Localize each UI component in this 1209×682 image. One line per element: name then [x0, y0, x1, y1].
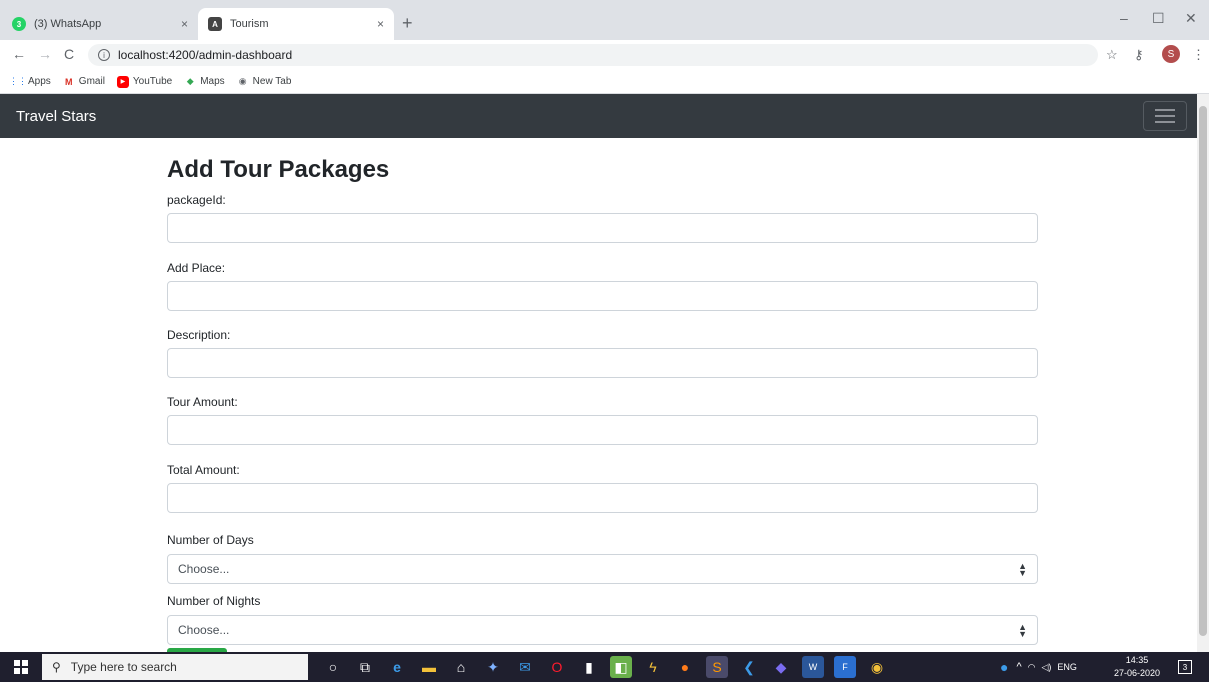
- package-id-input[interactable]: [167, 213, 1038, 243]
- navbar-toggler-button[interactable]: [1143, 101, 1187, 131]
- app-navbar: Travel Stars: [0, 94, 1197, 138]
- page-title: Add Tour Packages: [167, 156, 390, 183]
- bookmark-gmail[interactable]: M Gmail: [63, 76, 105, 88]
- place-input[interactable]: [167, 281, 1038, 311]
- window-close-icon[interactable]: ✕: [1185, 10, 1197, 27]
- maximize-icon[interactable]: ☐: [1152, 10, 1165, 27]
- apps-grid-icon: ⋮⋮: [9, 76, 27, 86]
- avatar[interactable]: S: [1162, 45, 1180, 63]
- description-input[interactable]: [167, 348, 1038, 378]
- mail-icon[interactable]: ✉: [514, 656, 536, 678]
- close-icon[interactable]: ×: [377, 17, 384, 31]
- bookmark-maps[interactable]: ◆ Maps: [184, 76, 225, 88]
- chrome-icon[interactable]: ◉: [866, 656, 888, 678]
- new-tab-button[interactable]: +: [402, 14, 413, 32]
- scrollbar-thumb[interactable]: [1199, 106, 1207, 636]
- dropbox-icon[interactable]: ✦: [482, 656, 504, 678]
- task-view-icon[interactable]: ⧉: [354, 656, 376, 678]
- hamburger-icon: [1155, 109, 1175, 111]
- days-label: Number of Days: [167, 533, 254, 547]
- clock-date: 27-06-2020: [1113, 668, 1161, 678]
- total-amount-input[interactable]: [167, 483, 1038, 513]
- star-icon[interactable]: ☆: [1106, 47, 1118, 63]
- days-select-value: Choose...: [178, 562, 230, 576]
- tab-label: (3) WhatsApp: [34, 18, 102, 30]
- taskbar-search-placeholder: Type here to search: [70, 660, 177, 674]
- url-bar[interactable]: i localhost:4200/admin-dashboard: [88, 44, 1098, 66]
- opera-icon[interactable]: O: [546, 656, 568, 678]
- forms-icon[interactable]: F: [834, 656, 856, 678]
- tab-whatsapp[interactable]: 3 (3) WhatsApp ×: [2, 8, 198, 40]
- sublime-icon[interactable]: S: [706, 656, 728, 678]
- days-select[interactable]: Choose... ▲ ▼: [167, 554, 1038, 584]
- language-indicator[interactable]: ENG: [1057, 662, 1077, 672]
- taskbar-search[interactable]: ⚲ Type here to search: [42, 654, 308, 680]
- info-icon[interactable]: i: [98, 49, 110, 61]
- windows-start-icon[interactable]: [14, 660, 28, 674]
- bookmark-youtube[interactable]: ▶ YouTube: [116, 75, 172, 88]
- description-label: Description:: [167, 328, 231, 342]
- clock-time: 14:35: [1125, 655, 1149, 665]
- help-icon[interactable]: ●: [1000, 659, 1008, 675]
- maps-icon: ◆: [186, 76, 194, 86]
- vscode-icon[interactable]: ❮: [738, 656, 760, 678]
- total-amount-label: Total Amount:: [167, 463, 240, 477]
- search-icon: ⚲: [52, 660, 61, 674]
- volume-icon[interactable]: ◁): [1042, 662, 1052, 673]
- edge-icon[interactable]: e: [386, 656, 408, 678]
- notepad-icon[interactable]: ▮: [578, 656, 600, 678]
- gmail-icon: M: [65, 76, 73, 87]
- forward-icon[interactable]: →: [38, 46, 52, 62]
- nights-label: Number of Nights: [167, 594, 261, 608]
- select-arrows-icon: ▲ ▼: [1018, 561, 1027, 578]
- cortana-icon[interactable]: ○: [322, 656, 344, 678]
- page-scrollbar[interactable]: [1197, 94, 1209, 652]
- android-studio-icon[interactable]: ◧: [610, 656, 632, 678]
- chevron-up-icon[interactable]: ^: [1016, 661, 1021, 673]
- tab-label: Tourism: [230, 18, 269, 30]
- address-bar-row: ← → C i localhost:4200/admin-dashboard ☆…: [0, 40, 1209, 70]
- brand-link[interactable]: Travel Stars: [16, 108, 96, 125]
- key-icon[interactable]: ⚷: [1134, 47, 1144, 63]
- windows-taskbar: ⚲ Type here to search ○ ⧉ e ▬ ⌂ ✦ ✉ O ▮ …: [0, 652, 1209, 682]
- close-icon[interactable]: ×: [181, 17, 188, 31]
- back-icon[interactable]: ←: [12, 46, 26, 62]
- tab-tourism[interactable]: A Tourism ×: [198, 8, 394, 40]
- tour-amount-input[interactable]: [167, 415, 1038, 445]
- firefox-icon[interactable]: ●: [674, 656, 696, 678]
- place-label: Add Place:: [167, 261, 226, 275]
- git-icon[interactable]: ◆: [770, 656, 792, 678]
- minimize-icon[interactable]: –: [1120, 10, 1128, 26]
- url-text: localhost:4200/admin-dashboard: [118, 48, 293, 62]
- globe-icon: ◉: [238, 76, 247, 86]
- bookmark-apps[interactable]: ⋮⋮ Apps: [9, 76, 51, 88]
- youtube-icon: ▶: [116, 75, 129, 88]
- system-tray: ● ^ ◠ ◁) ENG: [1000, 652, 1077, 682]
- store-icon[interactable]: ⌂: [450, 656, 472, 678]
- select-arrows-icon: ▲ ▼: [1018, 622, 1027, 639]
- menu-dots-icon[interactable]: ⋮: [1192, 47, 1205, 63]
- lightning-icon[interactable]: ϟ: [642, 656, 664, 678]
- bookmarks-bar: ⋮⋮ Apps M Gmail ▶ YouTube ◆ Maps ◉ New T…: [0, 70, 1209, 94]
- clock[interactable]: 14:35 27-06-2020: [1112, 654, 1162, 680]
- angular-icon: A: [208, 17, 222, 31]
- nights-select-value: Choose...: [178, 623, 230, 637]
- notification-icon[interactable]: 3: [1178, 660, 1192, 674]
- word-icon[interactable]: W: [802, 656, 824, 678]
- nights-select[interactable]: Choose... ▲ ▼: [167, 615, 1038, 645]
- whatsapp-icon: 3: [12, 17, 26, 31]
- tour-amount-label: Tour Amount:: [167, 395, 238, 409]
- file-explorer-icon[interactable]: ▬: [418, 656, 440, 678]
- browser-tab-strip: 3 (3) WhatsApp × A Tourism × + – ☐ ✕: [0, 0, 1209, 40]
- bookmark-new-tab[interactable]: ◉ New Tab: [237, 76, 292, 88]
- reload-icon[interactable]: C: [64, 46, 74, 62]
- taskbar-apps: ○ ⧉ e ▬ ⌂ ✦ ✉ O ▮ ◧ ϟ ● S ❮ ◆ W F ◉: [322, 656, 888, 678]
- package-id-label: packageId:: [167, 193, 226, 207]
- wifi-icon[interactable]: ◠: [1028, 662, 1036, 673]
